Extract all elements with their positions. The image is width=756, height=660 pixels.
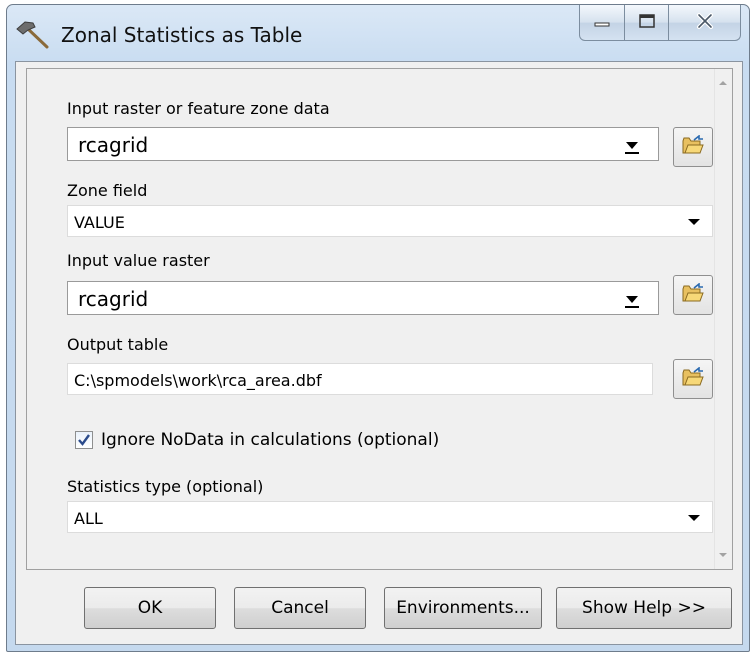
chevron-down-icon[interactable] <box>688 515 700 521</box>
zone-field-dropdown[interactable]: VALUE <box>67 205 713 237</box>
close-button[interactable] <box>669 5 741 41</box>
input-value-value: rcagrid <box>78 287 149 311</box>
window-title: Zonal Statistics as Table <box>61 23 303 47</box>
zone-field-value: VALUE <box>74 213 125 232</box>
show-help-button[interactable]: Show Help >> <box>556 587 732 629</box>
statistics-type-label: Statistics type (optional) <box>67 477 264 496</box>
minimize-icon <box>594 13 610 32</box>
environments-button[interactable]: Environments... <box>384 587 542 629</box>
caption-buttons <box>579 5 741 43</box>
chevron-down-icon[interactable] <box>624 142 640 156</box>
output-table-label: Output table <box>67 335 169 354</box>
input-value-browse-button[interactable] <box>673 275 713 315</box>
input-zone-browse-button[interactable] <box>673 127 713 167</box>
zone-field-label: Zone field <box>67 181 148 200</box>
output-table-value: C:\spmodels\work\rca_area.dbf <box>74 371 322 390</box>
dialog-window: Zonal Statistics as Table Input raster o… <box>6 4 750 652</box>
scroll-down-icon[interactable] <box>719 553 727 557</box>
folder-open-icon <box>682 134 704 159</box>
ignore-nodata-checkbox[interactable] <box>75 431 93 449</box>
minimize-button[interactable] <box>579 5 625 41</box>
ignore-nodata-label[interactable]: Ignore NoData in calculations (optional) <box>101 430 439 450</box>
input-value-combo[interactable]: rcagrid <box>67 281 659 315</box>
folder-open-icon <box>682 282 704 307</box>
checkmark-icon <box>76 432 92 448</box>
statistics-type-value: ALL <box>74 509 103 528</box>
dialog-body: Input raster or feature zone data rcagri… <box>15 61 743 645</box>
chevron-down-icon[interactable] <box>688 219 700 225</box>
chevron-down-icon[interactable] <box>624 296 640 310</box>
scroll-up-icon[interactable] <box>719 81 727 85</box>
ok-button[interactable]: OK <box>84 587 216 629</box>
output-table-browse-button[interactable] <box>673 359 713 399</box>
maximize-button[interactable] <box>625 5 669 41</box>
hammer-icon <box>15 19 53 49</box>
parameters-panel: Input raster or feature zone data rcagri… <box>26 68 733 570</box>
folder-open-icon <box>682 366 704 391</box>
output-table-input[interactable]: C:\spmodels\work\rca_area.dbf <box>67 363 653 395</box>
input-zone-label: Input raster or feature zone data <box>67 99 330 118</box>
statistics-type-dropdown[interactable]: ALL <box>67 501 713 533</box>
input-zone-value: rcagrid <box>78 133 149 157</box>
input-zone-combo[interactable]: rcagrid <box>67 127 659 161</box>
input-value-label: Input value raster <box>67 251 210 270</box>
close-icon <box>695 12 715 33</box>
maximize-icon <box>638 13 656 33</box>
title-bar[interactable]: Zonal Statistics as Table <box>7 5 749 61</box>
vertical-scrollbar[interactable] <box>714 69 732 569</box>
cancel-button[interactable]: Cancel <box>234 587 366 629</box>
